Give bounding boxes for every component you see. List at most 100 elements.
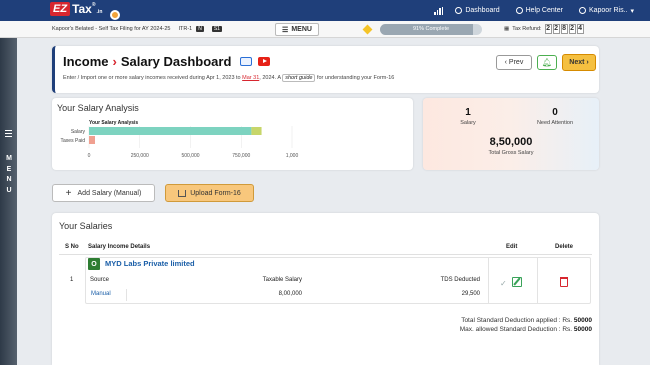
attention-label: Need Attention — [536, 120, 574, 126]
refund-digit: 4 — [576, 24, 584, 34]
ez-tax-logo[interactable]: EZ Tax®.in — [50, 2, 102, 16]
salary-analysis-chart: Your Salary Analysis 0 250,000 500,000 750,0… — [61, 120, 299, 159]
gross-salary-stat: 8,50,000 Total Gross Salary — [471, 136, 551, 156]
delete-icon[interactable] — [560, 277, 568, 287]
side-menu-letter: U — [6, 186, 12, 194]
plus-icon: + — [65, 187, 72, 199]
tax-refund: ▦ Tax Refund: 22824 — [504, 24, 584, 34]
youtube-icon[interactable] — [258, 57, 271, 66]
std-max-value: 50000 — [573, 326, 592, 333]
help-center-link[interactable]: Help Center — [515, 7, 563, 14]
std-max-label: Max. allowed Standard Deduction : Rs. — [459, 326, 574, 333]
source-value: Manual — [91, 291, 111, 297]
side-menu-letter: M — [6, 155, 12, 162]
source-divider — [126, 289, 127, 301]
itr-label: ITR-1 — [178, 26, 193, 32]
upload-icon — [178, 189, 187, 197]
salary-analysis-card: Your Salary Analysis Your Salary Analysi… — [52, 98, 413, 170]
source-label: Source — [90, 277, 110, 283]
std-deduction-max: Max. allowed Standard Deduction : Rs. 50… — [460, 326, 592, 333]
taxable-label: Taxable Salary — [262, 277, 302, 283]
delete-divider — [537, 257, 538, 304]
logo-in: .in — [96, 9, 103, 15]
chart-x-tick-label: 750,000 — [232, 153, 250, 159]
dashboard-label: Dashboard — [465, 7, 500, 14]
user-menu[interactable]: Kapoor Ris.. ▾ — [578, 7, 634, 15]
filing-info: Kapoor's Belated - Self Tax Filing for A… — [52, 26, 222, 32]
desc-prefix: Enter / Import one or more salary income… — [63, 75, 243, 81]
upload-label: Upload Form-16 — [190, 189, 241, 197]
refund-digits: 22824 — [544, 24, 584, 34]
employer-name[interactable]: MYD Labs Private limited — [105, 259, 195, 268]
dashboard-link[interactable]: Dashboard — [455, 7, 500, 14]
attention-stat: 0 Need Attention — [525, 107, 585, 126]
add-salary-button[interactable]: + Add Salary (Manual) — [52, 184, 155, 202]
employer-type-badge: O — [88, 258, 100, 270]
completion-progress: 91% Complete — [380, 24, 482, 35]
gross-salary-label: Total Gross Salary — [488, 150, 534, 156]
refund-digit: 2 — [544, 24, 552, 34]
attention-count: 0 — [552, 107, 558, 118]
chart-x-tick-label: 1,000 — [286, 153, 299, 159]
refund-label: Tax Refund: — [512, 26, 542, 32]
header-edit: Edit — [506, 244, 518, 250]
chart-category-label: Salary — [71, 129, 86, 135]
header-details: Salary Income Details — [88, 244, 151, 250]
header-divider — [59, 254, 592, 255]
side-menu-strip[interactable]: MENU — [0, 38, 17, 365]
form-badge: S1 — [211, 26, 222, 32]
diamond-icon — [362, 24, 373, 35]
short-guide-link[interactable]: short guide — [282, 74, 316, 82]
book-icon[interactable] — [240, 57, 253, 66]
prev-button[interactable]: ‹ Prev — [496, 55, 532, 70]
page-header-card: Income › Salary Dashboard Enter / Import… — [52, 46, 599, 93]
breadcrumb-salary-dashboard: Salary Dashboard — [120, 54, 232, 69]
add-salary-label: Add Salary (Manual) — [77, 189, 142, 197]
check-icon: ✓ — [500, 279, 507, 288]
header-sno: S No — [65, 244, 79, 250]
bell-icon: 🔔︎ — [541, 58, 553, 67]
salary-count: 1 — [465, 107, 471, 118]
tds-label: TDS Deducted — [440, 277, 480, 283]
top-navbar: EZ Tax®.in Dashboard Help Center Kapoor … — [0, 0, 650, 21]
bell-button[interactable]: 🔔︎ — [537, 55, 557, 70]
upload-form16-button[interactable]: Upload Form-16 — [165, 184, 254, 202]
desc-suffix: for understanding your Form-16 — [315, 75, 395, 81]
chart-bar — [89, 127, 252, 135]
header-delete: Delete — [555, 244, 574, 250]
desc-date: Mar 31 — [242, 75, 260, 81]
row-sno: 1 — [70, 277, 74, 283]
menu-label: MENU — [291, 26, 312, 33]
edit-divider — [488, 257, 489, 304]
tds-value: 29,500 — [461, 291, 480, 297]
page-description: Enter / Import one or more salary income… — [63, 74, 395, 82]
chart-x-tick-label: 500,000 — [181, 153, 199, 159]
chart-x-tick-label: 0 — [88, 153, 91, 159]
caret-down-icon: ▾ — [630, 7, 634, 15]
chart-bar — [89, 136, 95, 144]
taxable-value: 8,00,000 — [278, 291, 302, 297]
chart-title: Your Salary Analysis — [89, 120, 138, 126]
filing-text: Kapoor's Belated - Self Tax Filing for A… — [52, 26, 171, 32]
help-icon — [515, 7, 523, 14]
top-nav-links: Dashboard Help Center Kapoor Ris.. ▾ — [434, 0, 650, 21]
next-button[interactable]: Next › — [562, 54, 596, 71]
gross-salary-value: 8,50,000 — [489, 136, 533, 148]
chart-category-label: Taxes Paid — [61, 138, 86, 144]
logo-tax-text: Tax — [72, 2, 92, 16]
side-menu-label: MENU — [5, 154, 13, 196]
logo-tax: Tax®.in — [72, 2, 102, 16]
menu-button[interactable]: ☰ MENU — [275, 23, 319, 36]
emblem-icon — [110, 10, 120, 20]
salary-stats-card: 1 Salary 0 Need Attention 8,50,000 Total… — [423, 98, 599, 170]
breadcrumb-income[interactable]: Income — [63, 54, 109, 69]
help-center-label: Help Center — [525, 7, 563, 14]
std-applied-value: 50000 — [573, 317, 592, 324]
desc-mid: , 2024. A — [259, 75, 283, 81]
regime-badge: N — [196, 26, 204, 32]
filing-status-bar: Kapoor's Belated - Self Tax Filing for A… — [0, 21, 650, 38]
user-icon — [578, 7, 586, 14]
side-menu-letter: E — [6, 165, 12, 173]
edit-icon[interactable] — [512, 277, 522, 287]
std-deduction-applied: Total Standard Deduction applied : Rs. 5… — [461, 317, 592, 324]
